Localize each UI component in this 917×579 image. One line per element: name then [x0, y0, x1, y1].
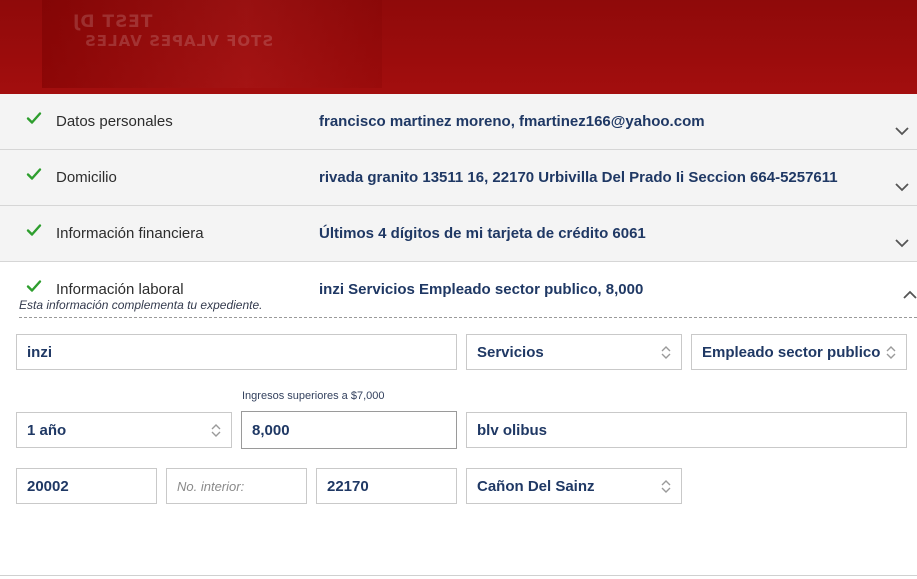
colony-select[interactable]: Cañon Del Sainz — [466, 468, 682, 504]
seniority-select-value: 1 año — [27, 421, 67, 439]
chevron-down-icon[interactable] — [895, 238, 909, 248]
banner-mirrored-text: TEST DJ — [72, 12, 153, 32]
seniority-select[interactable]: 1 año — [16, 412, 232, 448]
header-banner: TEST DJ STOF VLAPES VALES — [0, 0, 917, 94]
dashed-divider — [19, 317, 917, 318]
chevron-down-icon[interactable] — [895, 182, 909, 192]
section-summary: Últimos 4 dígitos de mi tarjeta de crédi… — [319, 225, 646, 242]
section-title: Información laboral — [56, 281, 184, 298]
int-number-input[interactable]: No. interior: — [166, 468, 307, 504]
sector-select[interactable]: Servicios — [466, 334, 682, 370]
sector-select-value: Servicios — [477, 343, 544, 361]
street-input[interactable]: blv olibus — [466, 412, 907, 448]
section-title: Datos personales — [56, 113, 173, 130]
occupation-select[interactable]: Empleado sector publico — [691, 334, 907, 370]
check-icon — [26, 112, 42, 124]
occupation-select-value: Empleado sector publico — [702, 343, 881, 361]
section-datos-personales[interactable]: Datos personales francisco martinez more… — [0, 94, 917, 150]
banner-mirrored-text-2: STOF VLAPES VALES — [84, 32, 274, 50]
colony-select-value: Cañon Del Sainz — [477, 477, 595, 495]
section-title: Domicilio — [56, 169, 117, 186]
ext-number-input[interactable]: 20002 — [16, 468, 157, 504]
zip-input[interactable]: 22170 — [316, 468, 457, 504]
check-icon — [26, 224, 42, 236]
section-domicilio[interactable]: Domicilio rivada granito 13511 16, 22170… — [0, 150, 917, 206]
select-arrows-icon — [211, 424, 221, 437]
section-summary: rivada granito 13511 16, 22170 Urbivilla… — [319, 169, 838, 186]
select-arrows-icon — [661, 480, 671, 493]
select-arrows-icon — [886, 346, 896, 359]
select-arrows-icon — [661, 346, 671, 359]
income-input[interactable]: 8,000 — [241, 411, 457, 449]
company-input[interactable]: inzi — [16, 334, 457, 370]
section-summary: inzi Servicios Empleado sector publico, … — [319, 281, 644, 298]
chevron-down-icon[interactable] — [895, 126, 909, 136]
section-informacion-financiera[interactable]: Información financiera Últimos 4 dígitos… — [0, 206, 917, 262]
check-icon — [26, 168, 42, 180]
income-hint: Ingresos superiores a $7,000 — [242, 390, 385, 402]
chevron-up-icon[interactable] — [903, 290, 917, 300]
check-icon — [26, 280, 42, 292]
section-title: Información financiera — [56, 225, 204, 242]
bottom-divider — [0, 575, 917, 576]
section-summary: francisco martinez moreno, fmartinez166@… — [319, 113, 705, 130]
form-note: Esta información complementa tu expedien… — [19, 298, 263, 312]
